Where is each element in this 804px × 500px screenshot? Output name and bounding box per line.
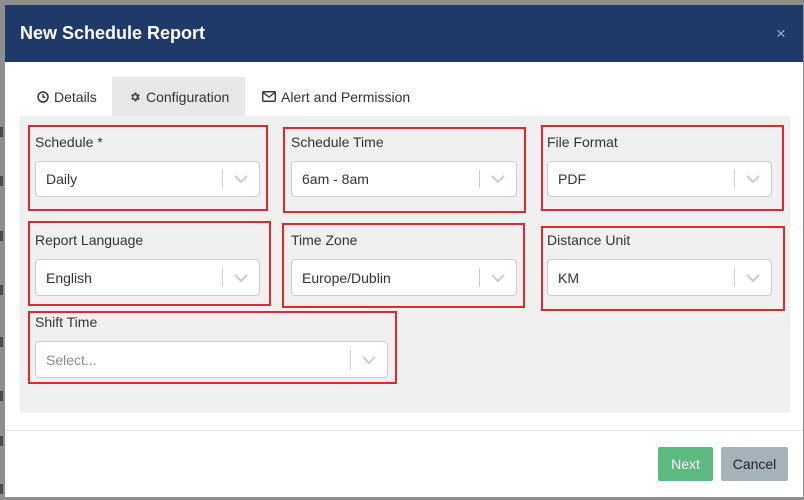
distance-unit-select[interactable]: KM	[547, 259, 772, 296]
schedule-time-select[interactable]: 6am - 8am	[291, 161, 517, 197]
schedule-time-field: Schedule Time 6am - 8am	[291, 133, 517, 197]
report-language-label: Report Language	[35, 232, 144, 248]
indicator-separator	[222, 170, 223, 188]
chevron-down-icon	[233, 175, 248, 183]
tab-bar: Details Configuration Alert and Permissi…	[5, 77, 803, 116]
schedule-select[interactable]: Daily	[35, 161, 260, 197]
tab-details[interactable]: Details	[20, 77, 112, 116]
next-button[interactable]: Next	[658, 447, 713, 481]
tab-label: Configuration	[146, 88, 230, 105]
schedule-field: Schedule * Daily	[35, 133, 260, 197]
dropdown-indicator[interactable]	[222, 260, 259, 295]
time-zone-field: Time Zone Europe/Dublin	[291, 231, 517, 296]
dialog-title: New Schedule Report	[20, 23, 206, 43]
cancel-button[interactable]: Cancel	[721, 447, 788, 481]
background-page-fragment	[0, 484, 3, 494]
new-schedule-report-dialog: New Schedule Report × Details Configurat…	[5, 5, 803, 497]
chevron-down-icon	[745, 175, 760, 183]
chevron-down-icon	[490, 175, 505, 183]
chevron-down-icon	[490, 273, 505, 282]
background-page-fragment	[0, 176, 3, 186]
file-format-value: PDF	[558, 171, 586, 187]
envelope-icon	[262, 91, 276, 102]
chevron-down-icon	[745, 273, 760, 282]
time-zone-value: Europe/Dublin	[302, 269, 391, 286]
footer-divider	[5, 430, 803, 431]
background-page-fragment	[0, 436, 3, 446]
tab-alert-and-permission[interactable]: Alert and Permission	[245, 77, 423, 116]
background-page-fragment	[0, 337, 3, 347]
chevron-down-icon	[361, 355, 376, 364]
distance-unit-field: Distance Unit KM	[547, 231, 772, 296]
background-page-fragment	[0, 127, 3, 137]
tab-label: Details	[54, 88, 97, 105]
report-language-field: Report Language English	[35, 231, 260, 296]
indicator-separator	[479, 170, 480, 188]
indicator-separator	[350, 350, 351, 369]
schedule-time-value: 6am - 8am	[302, 171, 369, 187]
time-zone-select[interactable]: Europe/Dublin	[291, 259, 517, 296]
report-language-select[interactable]: English	[35, 259, 260, 296]
schedule-time-label: Schedule Time	[291, 134, 384, 150]
dialog-header: New Schedule Report ×	[5, 5, 803, 62]
indicator-separator	[479, 268, 480, 287]
gear-icon	[129, 91, 141, 103]
schedule-label: Schedule *	[35, 134, 103, 150]
shift-time-label: Shift Time	[35, 314, 98, 330]
dropdown-indicator[interactable]	[479, 162, 516, 196]
background-page-fragment	[0, 285, 3, 295]
file-format-field: File Format PDF	[547, 133, 772, 197]
dropdown-indicator[interactable]	[222, 162, 259, 196]
time-zone-label: Time Zone	[291, 232, 358, 248]
dropdown-indicator[interactable]	[734, 260, 771, 295]
shift-time-placeholder: Select...	[46, 351, 97, 368]
tab-label: Alert and Permission	[281, 88, 411, 105]
chevron-down-icon	[233, 273, 248, 282]
background-page-fragment	[0, 391, 3, 401]
dropdown-indicator[interactable]	[350, 342, 387, 377]
file-format-label: File Format	[547, 134, 618, 150]
shift-time-select[interactable]: Select...	[35, 341, 388, 378]
close-icon[interactable]: ×	[772, 5, 790, 62]
background-page-fragment	[0, 231, 3, 241]
indicator-separator	[734, 268, 735, 287]
schedule-value: Daily	[46, 171, 78, 187]
clock-icon	[37, 90, 49, 103]
distance-unit-label: Distance Unit	[547, 232, 631, 248]
distance-unit-value: KM	[558, 269, 579, 286]
report-language-value: English	[46, 269, 92, 286]
indicator-separator	[734, 170, 735, 188]
tab-configuration[interactable]: Configuration	[112, 77, 245, 116]
shift-time-field: Shift Time Select...	[35, 313, 388, 378]
indicator-separator	[222, 268, 223, 287]
configuration-panel: Schedule * Daily Schedule Time 6am - 8am…	[20, 116, 790, 413]
dropdown-indicator[interactable]	[734, 162, 771, 196]
dropdown-indicator[interactable]	[479, 260, 516, 295]
file-format-select[interactable]: PDF	[547, 161, 772, 197]
